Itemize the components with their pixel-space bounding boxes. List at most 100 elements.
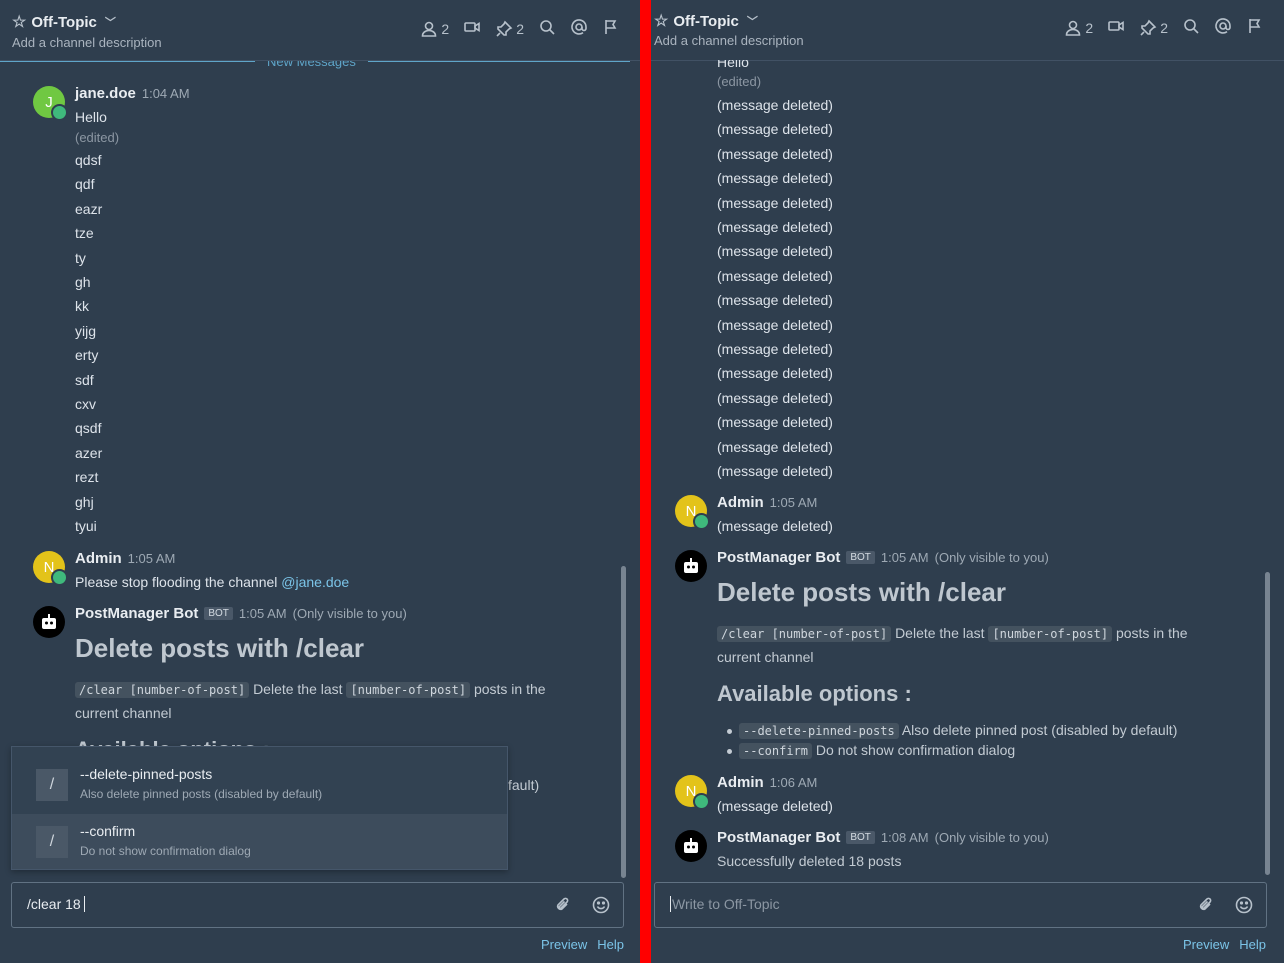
suggestion-item-delete-pinned[interactable]: / --delete-pinned-posts Also delete pinn… bbox=[12, 757, 507, 812]
pinned-button[interactable]: 2 bbox=[495, 20, 524, 38]
message-text: yijg bbox=[75, 322, 97, 339]
channel-description[interactable]: Add a channel description bbox=[654, 33, 804, 48]
message-text: Please stop flooding the channel @jane.d… bbox=[75, 574, 350, 590]
search-icon bbox=[540, 20, 555, 35]
emoji-icon bbox=[592, 896, 610, 914]
search-button[interactable] bbox=[1182, 17, 1200, 38]
video-call-button[interactable] bbox=[463, 18, 481, 39]
bot-avatar[interactable] bbox=[33, 606, 65, 638]
timestamp[interactable]: 1:05 AM bbox=[881, 550, 929, 565]
deleted-message: (message deleted) bbox=[717, 145, 833, 162]
message-input[interactable]: Write to Off-Topic bbox=[654, 882, 1267, 928]
username[interactable]: Admin bbox=[75, 550, 122, 567]
message-list[interactable]: Hello (edited) (message deleted) (message… bbox=[651, 60, 1274, 879]
attachment-button[interactable] bbox=[1196, 895, 1216, 915]
star-icon[interactable]: ☆ bbox=[12, 12, 26, 32]
flagged-button[interactable] bbox=[602, 18, 620, 39]
flag-icon bbox=[1249, 19, 1261, 33]
preview-link[interactable]: Preview bbox=[541, 937, 587, 952]
input-placeholder: Write to Off-Topic bbox=[672, 896, 780, 912]
paperclip-icon bbox=[556, 897, 569, 911]
deleted-message: (message deleted) bbox=[717, 414, 833, 431]
username[interactable]: PostManager Bot bbox=[75, 605, 198, 622]
channel-name[interactable]: ☆ Off-Topic ﹀ bbox=[654, 11, 758, 31]
avatar[interactable]: N bbox=[675, 495, 710, 530]
chevron-down-icon[interactable]: ﹀ bbox=[747, 13, 758, 29]
emoji-button[interactable] bbox=[1234, 895, 1254, 915]
preview-link[interactable]: Preview bbox=[1183, 937, 1229, 952]
timestamp[interactable]: 1:05 AM bbox=[239, 606, 287, 621]
username[interactable]: Admin bbox=[717, 494, 764, 511]
timestamp[interactable]: 1:05 AM bbox=[770, 495, 818, 510]
chevron-down-icon[interactable]: ﹀ bbox=[105, 14, 116, 30]
paperclip-icon bbox=[1199, 897, 1212, 911]
pin-icon bbox=[496, 20, 513, 37]
help-link[interactable]: Help bbox=[1239, 937, 1266, 952]
timestamp[interactable]: 1:08 AM bbox=[881, 830, 929, 845]
avatar[interactable]: N bbox=[675, 775, 710, 810]
deleted-message: (message deleted) bbox=[717, 243, 833, 260]
mentions-button[interactable] bbox=[1214, 17, 1232, 38]
username[interactable]: PostManager Bot bbox=[717, 829, 840, 846]
search-icon bbox=[1184, 19, 1199, 34]
mention-link[interactable]: @jane.doe bbox=[281, 574, 349, 590]
channel-name[interactable]: ☆ Off-Topic ﹀ bbox=[12, 12, 116, 32]
text-caret bbox=[670, 896, 671, 912]
attachment-button[interactable] bbox=[553, 895, 573, 915]
members-button[interactable]: 2 bbox=[1064, 19, 1093, 37]
channel-description[interactable]: Add a channel description bbox=[12, 35, 162, 50]
message-text: tyui bbox=[75, 518, 97, 534]
mentions-button[interactable] bbox=[570, 18, 588, 39]
message-input[interactable]: /clear 18 bbox=[11, 882, 624, 928]
message-text: qdsf bbox=[75, 152, 102, 168]
deleted-message: (message deleted) bbox=[717, 389, 833, 406]
status-online-icon bbox=[51, 104, 68, 121]
channel-header: ☆ Off-Topic ﹀ Add a channel description … bbox=[651, 0, 1284, 61]
help-link[interactable]: Help bbox=[597, 937, 624, 952]
visibility-note: (Only visible to you) bbox=[292, 606, 407, 621]
robot-icon bbox=[42, 614, 56, 629]
message-text: gh bbox=[75, 274, 91, 290]
deleted-message: (message deleted) bbox=[717, 365, 833, 382]
message-text: cxv bbox=[75, 396, 96, 412]
suggestion-item-confirm[interactable]: / --confirm Do not show confirmation dia… bbox=[12, 814, 507, 869]
scrollbar[interactable] bbox=[621, 566, 626, 878]
command-suggestion-list: / --delete-pinned-posts Also delete pinn… bbox=[11, 746, 508, 870]
input-footer: Preview Help bbox=[1183, 937, 1266, 952]
suggestion-description: Also delete pinned posts (disabled by de… bbox=[80, 787, 323, 801]
timestamp[interactable]: 1:06 AM bbox=[770, 775, 818, 790]
search-button[interactable] bbox=[538, 18, 556, 39]
help-heading: Delete posts with /clear bbox=[75, 633, 364, 663]
option-item: --confirm Do not show confirmation dialo… bbox=[726, 742, 1015, 759]
username[interactable]: PostManager Bot bbox=[717, 549, 840, 566]
visibility-note: (Only visible to you) bbox=[934, 550, 1049, 565]
pane-divider bbox=[640, 0, 651, 963]
members-button[interactable]: 2 bbox=[420, 20, 449, 38]
flagged-button[interactable] bbox=[1246, 17, 1264, 38]
video-call-button[interactable] bbox=[1107, 17, 1125, 38]
edited-indicator: (edited) bbox=[75, 130, 120, 145]
message-text: ty bbox=[75, 249, 86, 266]
username[interactable]: Admin bbox=[717, 774, 764, 791]
message-text: erty bbox=[75, 347, 99, 364]
deleted-message: (message deleted) bbox=[717, 438, 833, 455]
pinned-button[interactable]: 2 bbox=[1139, 19, 1168, 37]
avatar[interactable]: N bbox=[33, 551, 68, 586]
suggestion-description: Do not show confirmation dialog bbox=[80, 844, 251, 858]
flag-icon bbox=[605, 20, 617, 34]
help-description: /clear [number-of-post] Delete the last … bbox=[717, 625, 1188, 665]
scrollbar[interactable] bbox=[1265, 572, 1270, 875]
timestamp[interactable]: 1:05 AM bbox=[128, 551, 176, 566]
timestamp[interactable]: 1:04 AM bbox=[142, 86, 190, 101]
message-text: Successfully deleted 18 posts bbox=[717, 853, 902, 869]
edited-indicator: (edited) bbox=[717, 74, 762, 89]
emoji-button[interactable] bbox=[591, 895, 611, 915]
bot-avatar[interactable] bbox=[675, 830, 707, 862]
bot-avatar[interactable] bbox=[675, 550, 707, 582]
star-icon[interactable]: ☆ bbox=[654, 11, 668, 31]
message-text: rezt bbox=[75, 469, 99, 486]
username[interactable]: jane.doe bbox=[75, 85, 136, 102]
left-channel-pane: ☆ Off-Topic ﹀ Add a channel description … bbox=[0, 0, 640, 963]
suggestion-title: --delete-pinned-posts bbox=[80, 766, 213, 782]
avatar[interactable]: J bbox=[33, 86, 68, 121]
